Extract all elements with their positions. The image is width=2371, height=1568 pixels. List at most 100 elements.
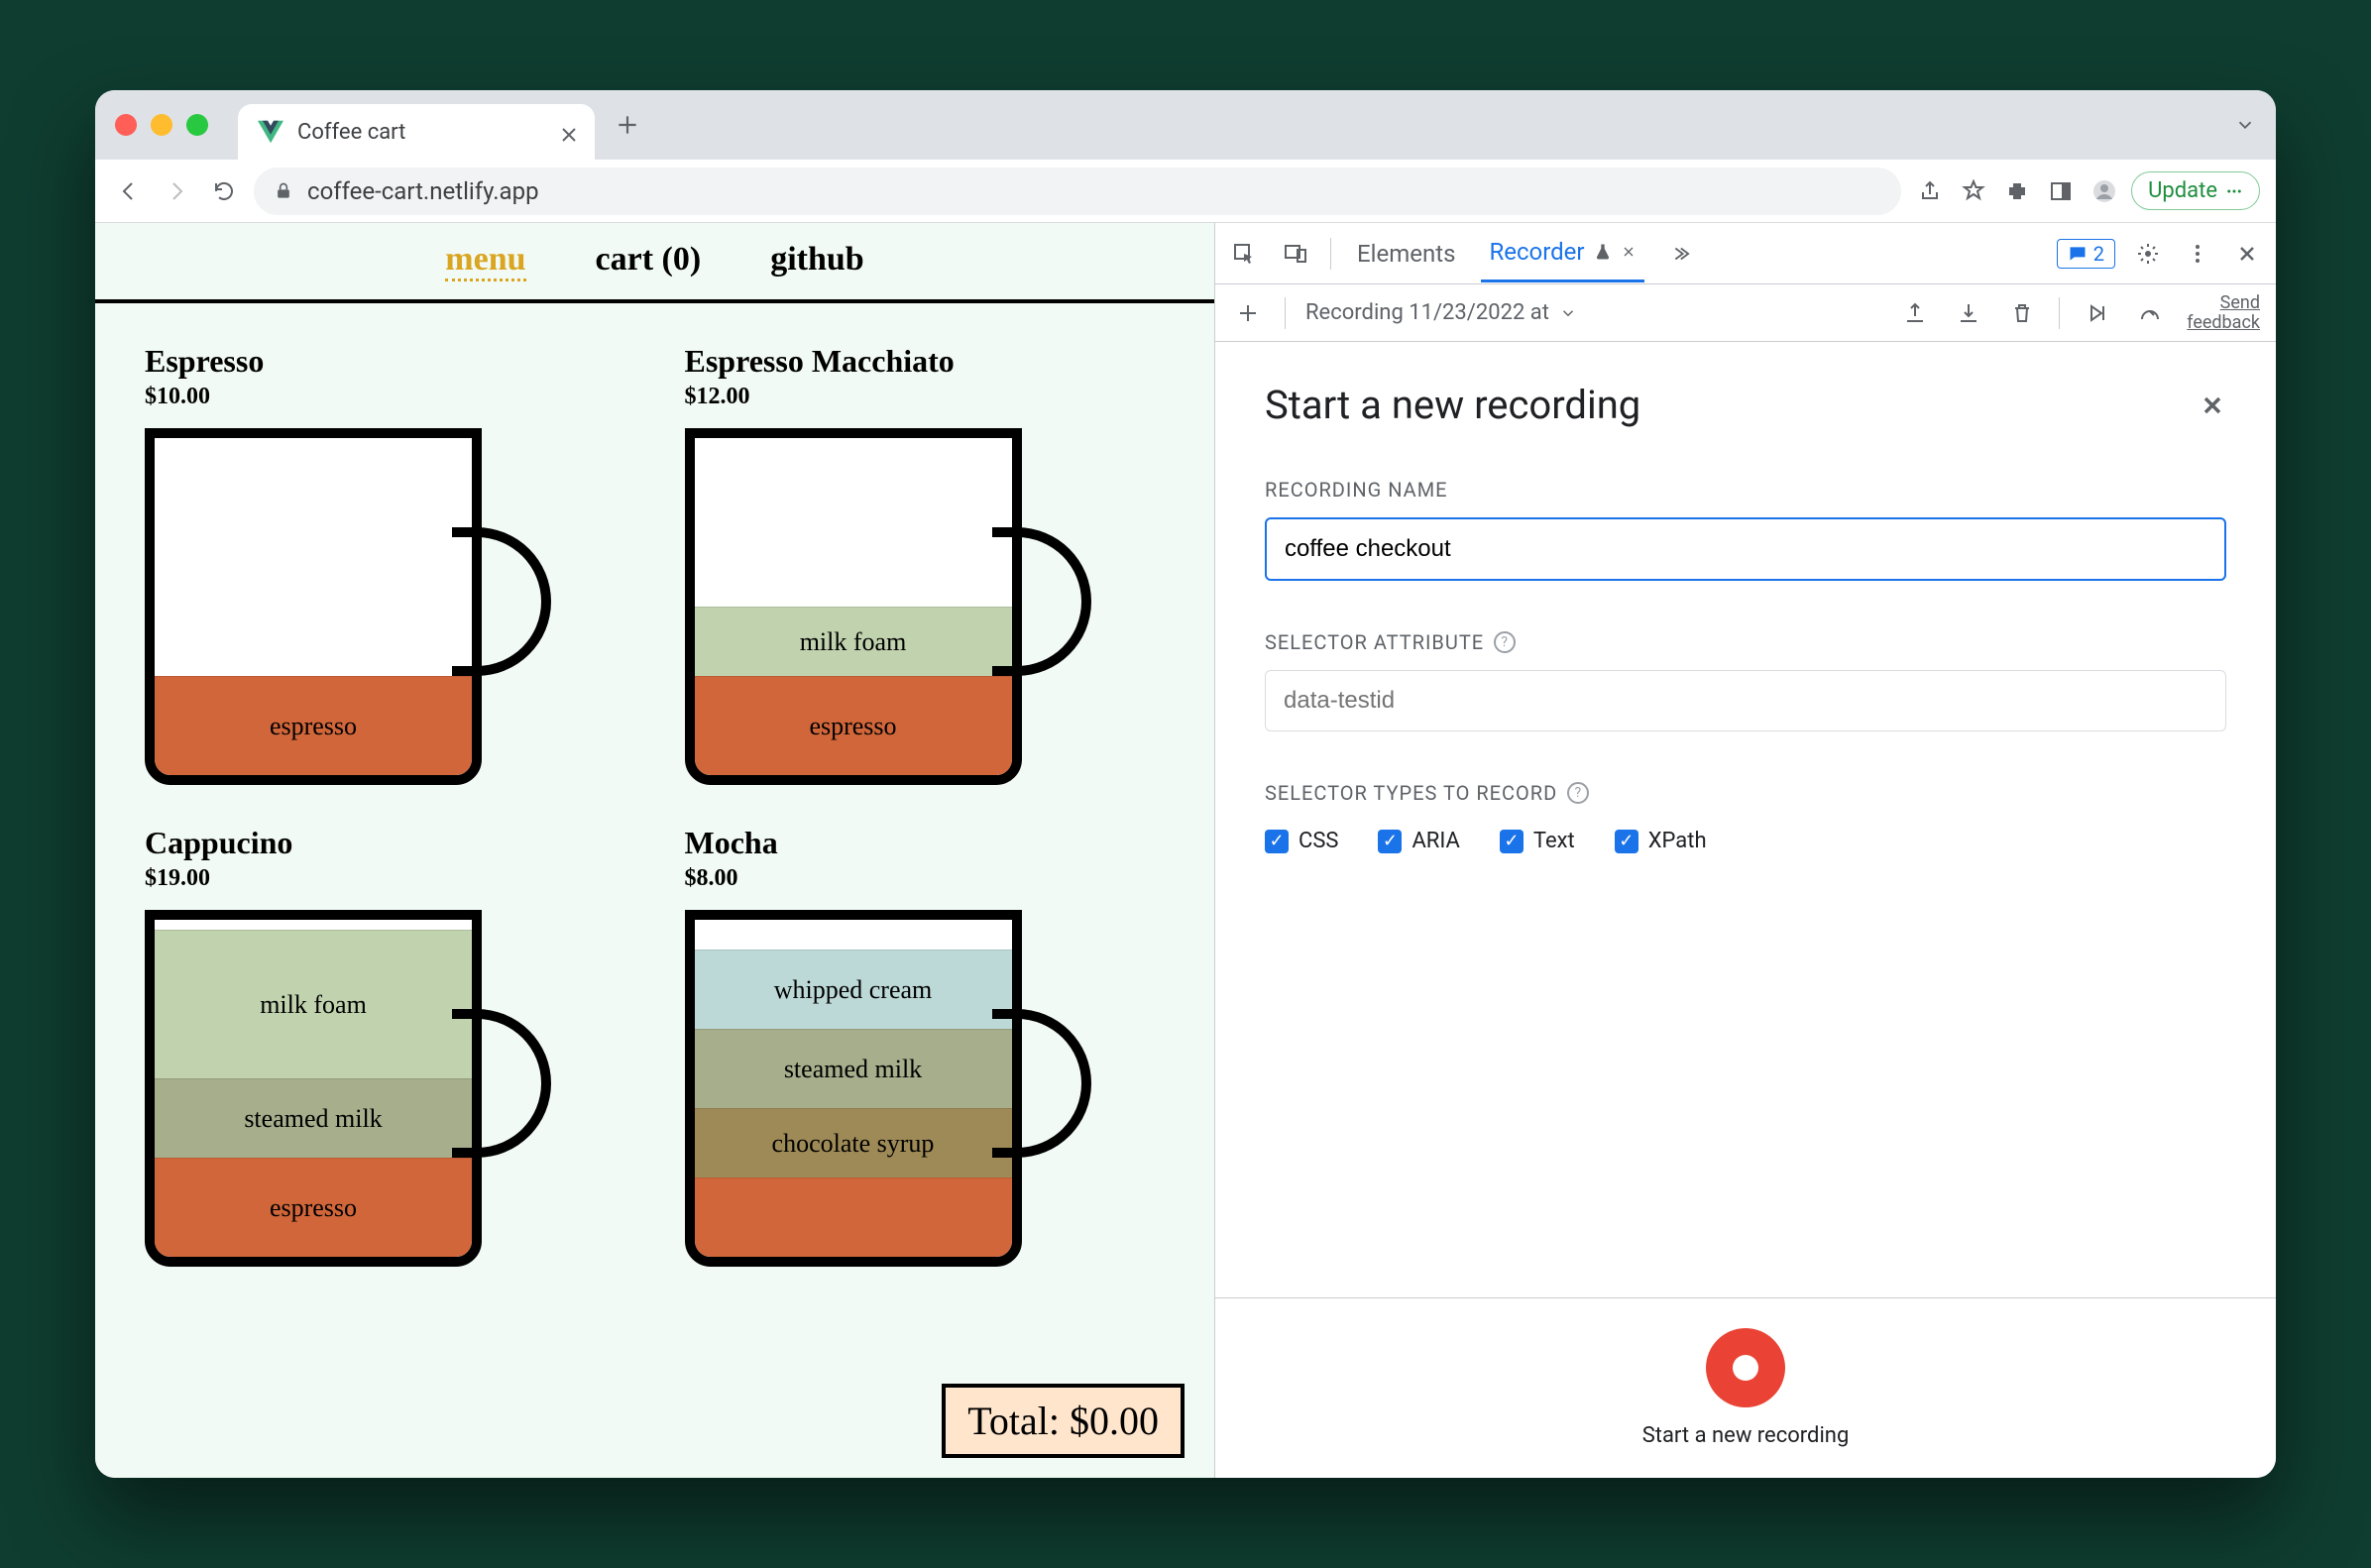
content-area: menu cart (0) github Espresso$10.00espre…: [95, 223, 2276, 1478]
devtools-tabs: Elements Recorder 2: [1215, 223, 2276, 284]
message-icon: [2068, 244, 2088, 264]
share-icon[interactable]: [1913, 174, 1947, 208]
tab-recorder[interactable]: Recorder: [1481, 224, 1643, 282]
product-card[interactable]: Cappucino$19.00milk foamsteamed milkespr…: [145, 825, 625, 1277]
product-card[interactable]: Mocha$8.00whipped creamsteamed milkchoco…: [685, 825, 1166, 1277]
address-bar[interactable]: coffee-cart.netlify.app: [254, 168, 1901, 215]
cup-handle: [452, 1009, 551, 1158]
site-nav: menu cart (0) github: [95, 223, 1214, 303]
issues-badge[interactable]: 2: [2057, 239, 2115, 269]
window-controls: [115, 114, 208, 136]
recording-name-input[interactable]: [1265, 517, 2226, 581]
replay-icon[interactable]: [2080, 296, 2113, 330]
cup-layer: milk foam: [695, 607, 1012, 676]
close-tab-icon[interactable]: [557, 123, 575, 141]
check-aria[interactable]: ✓ARIA: [1378, 829, 1459, 853]
record-button[interactable]: [1706, 1328, 1785, 1407]
cup-handle: [452, 527, 551, 676]
export-icon[interactable]: [1898, 296, 1932, 330]
product-card[interactable]: Espresso$10.00espresso: [145, 343, 625, 795]
issues-count: 2: [2093, 242, 2104, 266]
product-price: $19.00: [145, 865, 625, 892]
checkbox-icon: ✓: [1615, 830, 1638, 853]
send-feedback-link[interactable]: Send feedback: [2187, 293, 2260, 333]
devtools-panel: Elements Recorder 2: [1215, 223, 2276, 1478]
minimize-window-button[interactable]: [151, 114, 172, 136]
inspect-icon[interactable]: [1227, 237, 1261, 271]
cup-layer: espresso: [155, 676, 472, 775]
kebab-icon[interactable]: [2181, 237, 2214, 271]
nav-github[interactable]: github: [770, 241, 864, 281]
url-bar: coffee-cart.netlify.app Update: [95, 160, 2276, 223]
reload-button[interactable]: [206, 173, 242, 209]
profile-icon[interactable]: [2088, 174, 2121, 208]
url-text: coffee-cart.netlify.app: [307, 177, 539, 205]
add-recording-icon[interactable]: [1231, 296, 1265, 330]
cup-illustration: milk foamespresso: [685, 428, 1101, 795]
cup-layer: steamed milk: [695, 1029, 1012, 1108]
selector-attribute-input[interactable]: [1265, 670, 2226, 731]
close-window-button[interactable]: [115, 114, 137, 136]
product-name: Espresso: [145, 343, 625, 380]
recorder-toolbar: Recording 11/23/2022 at Send feedback: [1215, 284, 2276, 342]
recording-name-short: Recording 11/23/2022 at: [1305, 300, 1549, 325]
help-icon[interactable]: ?: [1567, 782, 1589, 804]
recorder-body: Start a new recording RECORDING NAME SEL…: [1215, 342, 2276, 1297]
forward-button[interactable]: [159, 173, 194, 209]
selector-types-label: SELECTOR TYPES TO RECORD ?: [1265, 781, 2226, 805]
nav-menu[interactable]: menu: [445, 241, 525, 281]
cup-layer: steamed milk: [155, 1078, 472, 1158]
browser-tab[interactable]: Coffee cart: [238, 104, 595, 160]
settings-icon[interactable]: [2131, 237, 2165, 271]
import-icon[interactable]: [1952, 296, 1985, 330]
check-text[interactable]: ✓Text: [1500, 829, 1575, 853]
recording-name-label: RECORDING NAME: [1265, 478, 2226, 502]
cup-layer: whipped cream: [695, 950, 1012, 1029]
record-button-label: Start a new recording: [1642, 1423, 1850, 1448]
cup-layer: [695, 1177, 1012, 1257]
page: menu cart (0) github Espresso$10.00espre…: [95, 223, 1215, 1478]
check-css[interactable]: ✓CSS: [1265, 829, 1338, 853]
product-price: $12.00: [685, 384, 1166, 410]
back-button[interactable]: [111, 173, 147, 209]
tab-recorder-label: Recorder: [1489, 238, 1584, 266]
more-tabs-icon[interactable]: [1662, 237, 1696, 271]
device-toggle-icon[interactable]: [1279, 237, 1312, 271]
update-button[interactable]: Update: [2131, 171, 2260, 210]
cart-total[interactable]: Total: $0.00: [942, 1384, 1185, 1458]
extensions-icon[interactable]: [2000, 174, 2034, 208]
close-devtools-icon[interactable]: [2230, 237, 2264, 271]
update-label: Update: [2148, 178, 2217, 203]
help-icon[interactable]: ?: [1494, 631, 1516, 653]
nav-cart[interactable]: cart (0): [596, 241, 702, 281]
recorder-footer: Start a new recording: [1215, 1297, 2276, 1478]
heading-text: Start a new recording: [1265, 382, 1640, 428]
divider: [1285, 297, 1286, 329]
check-xpath[interactable]: ✓XPath: [1615, 829, 1707, 853]
close-panel-icon[interactable]: [2199, 392, 2226, 419]
new-tab-button[interactable]: [615, 112, 640, 138]
bookmark-icon[interactable]: [1957, 174, 1990, 208]
tab-title: Coffee cart: [297, 120, 543, 145]
selector-attribute-label: SELECTOR ATTRIBUTE ?: [1265, 630, 2226, 654]
tab-bar: Coffee cart: [95, 90, 2276, 160]
performance-icon[interactable]: [2133, 296, 2167, 330]
cup-illustration: whipped creamsteamed milkchocolate syrup: [685, 910, 1101, 1277]
side-panel-icon[interactable]: [2044, 174, 2078, 208]
cup-layer: espresso: [695, 676, 1012, 775]
product-name: Espresso Macchiato: [685, 343, 1166, 380]
maximize-window-button[interactable]: [186, 114, 208, 136]
cup-layer: milk foam: [155, 930, 472, 1078]
product-card[interactable]: Espresso Macchiato $12.00 milk foamespress…: [685, 343, 1166, 795]
tabs-menu-button[interactable]: [2234, 114, 2256, 136]
chevron-down-icon: [1559, 304, 1577, 322]
close-icon[interactable]: [1621, 244, 1637, 260]
divider: [1330, 238, 1331, 270]
tab-elements[interactable]: Elements: [1349, 226, 1463, 281]
cup-illustration: espresso: [145, 428, 561, 795]
toolbar-actions: Update: [1913, 171, 2260, 210]
delete-icon[interactable]: [2005, 296, 2039, 330]
recording-selector[interactable]: Recording 11/23/2022 at: [1305, 300, 1878, 325]
checkbox-icon: ✓: [1378, 830, 1402, 853]
cup-illustration: milk foamsteamed milkespresso: [145, 910, 561, 1277]
